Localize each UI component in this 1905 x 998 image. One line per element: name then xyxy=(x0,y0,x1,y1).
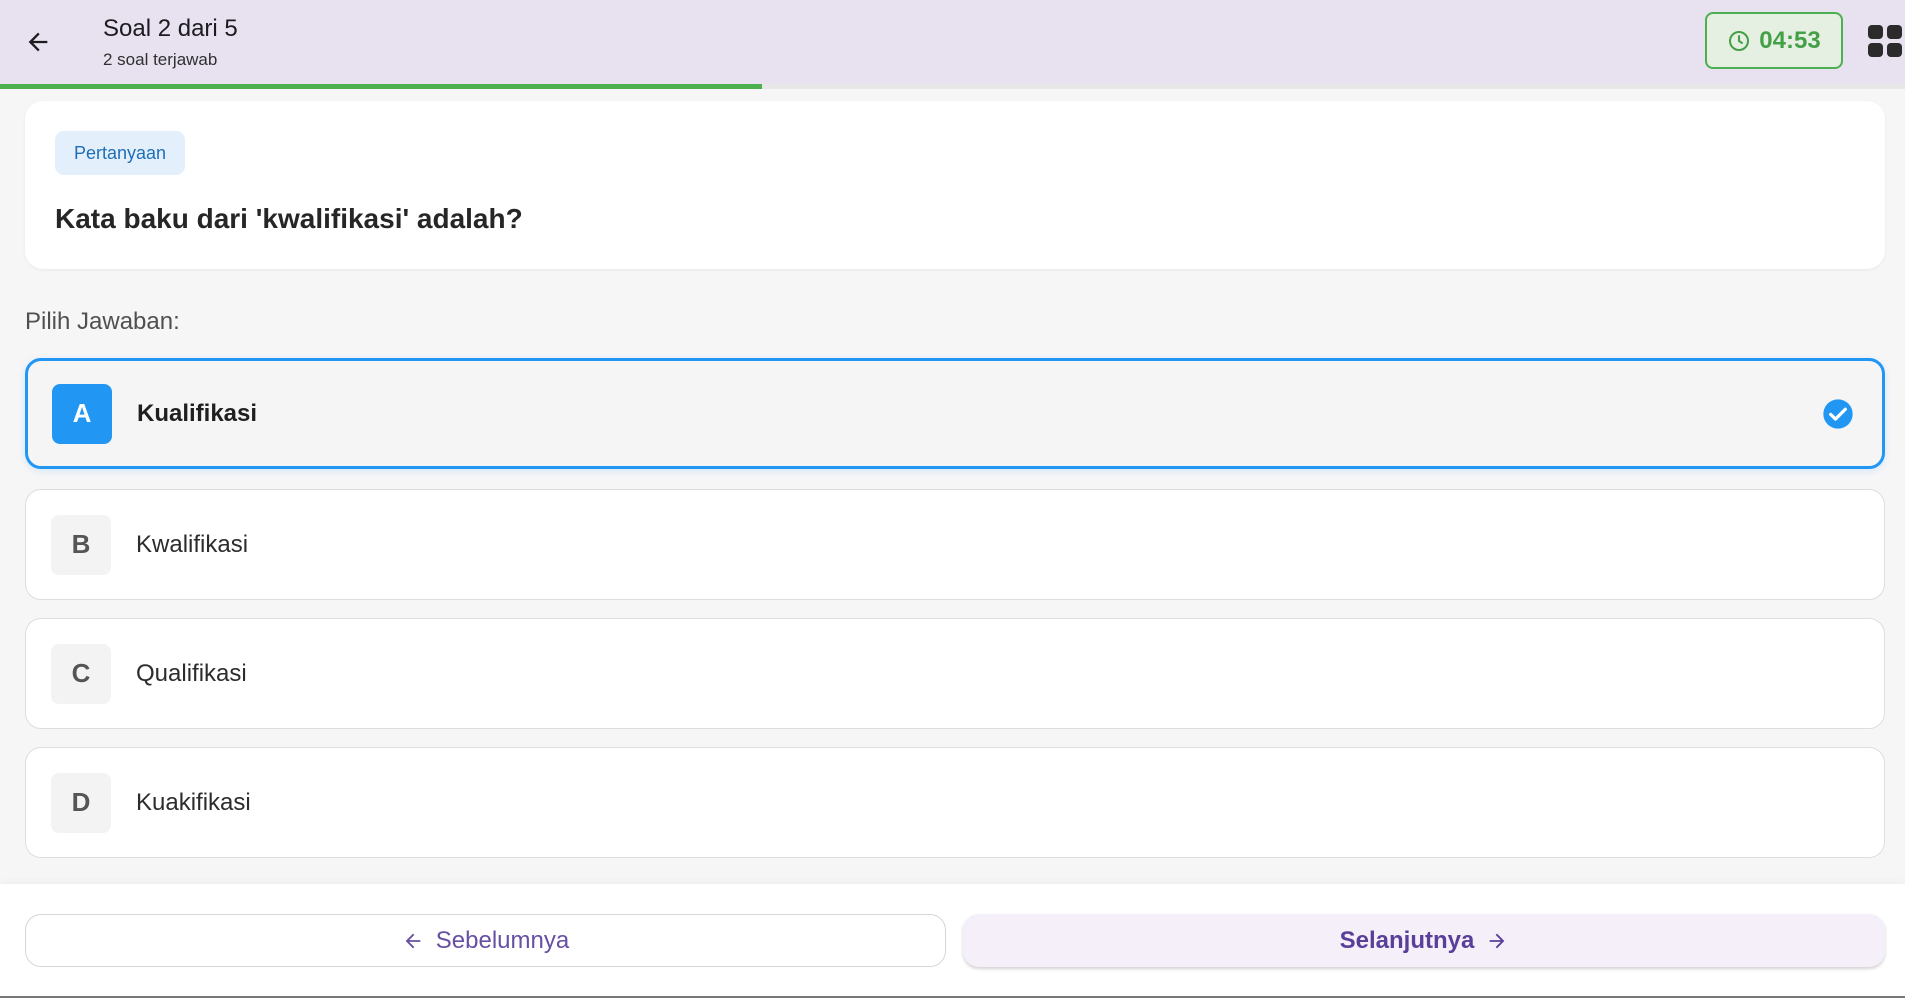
arrow-left-icon xyxy=(28,32,48,52)
option-a[interactable]: A Kualifikasi xyxy=(25,358,1885,469)
option-b[interactable]: B Kwalifikasi xyxy=(25,489,1885,600)
option-letter: D xyxy=(51,772,111,833)
option-d[interactable]: D Kuakifikasi xyxy=(25,747,1885,858)
choose-answer-label: Pilih Jawaban: xyxy=(25,308,180,335)
option-text: Kuakifikasi xyxy=(136,788,251,816)
grid-icon xyxy=(1868,25,1902,57)
question-text: Kata baku dari 'kwalifikasi' adalah? xyxy=(55,203,523,234)
page-title: Soal 2 dari 5 xyxy=(103,15,238,42)
option-letter: B xyxy=(51,514,111,575)
question-card: Pertanyaan Kata baku dari 'kwalifikasi' … xyxy=(25,101,1885,269)
previous-button[interactable]: Sebelumnya xyxy=(25,914,946,967)
answered-count: 2 soal terjawab xyxy=(103,50,218,69)
option-text: Kualifikasi xyxy=(137,399,258,427)
quiz-screen: Soal 2 dari 5 2 soal terjawab 04:53 Pert… xyxy=(0,0,1905,998)
previous-label: Sebelumnya xyxy=(435,926,570,954)
option-text: Kwalifikasi xyxy=(136,530,249,558)
option-letter: C xyxy=(51,643,111,704)
question-tag: Pertanyaan xyxy=(55,131,186,175)
timer-badge: 04:53 xyxy=(1705,12,1843,69)
back-button[interactable] xyxy=(18,22,58,62)
check-circle-icon xyxy=(1823,398,1853,429)
option-letter: A xyxy=(52,383,112,444)
option-text: Qualifikasi xyxy=(136,659,247,687)
arrow-right-icon xyxy=(1490,933,1505,948)
bottom-navigation: Sebelumnya Selanjutnya xyxy=(0,884,1905,996)
app-bar: Soal 2 dari 5 2 soal terjawab 04:53 xyxy=(0,0,1905,84)
clock-icon xyxy=(1729,30,1750,51)
progress-fill xyxy=(0,84,762,89)
question-grid-button[interactable] xyxy=(1868,25,1905,59)
next-button[interactable]: Selanjutnya xyxy=(963,914,1885,967)
timer-value: 04:53 xyxy=(1759,26,1821,54)
progress-bar xyxy=(0,84,1905,89)
option-c[interactable]: C Qualifikasi xyxy=(25,618,1885,729)
next-label: Selanjutnya xyxy=(1339,926,1475,954)
arrow-left-icon xyxy=(405,933,421,948)
